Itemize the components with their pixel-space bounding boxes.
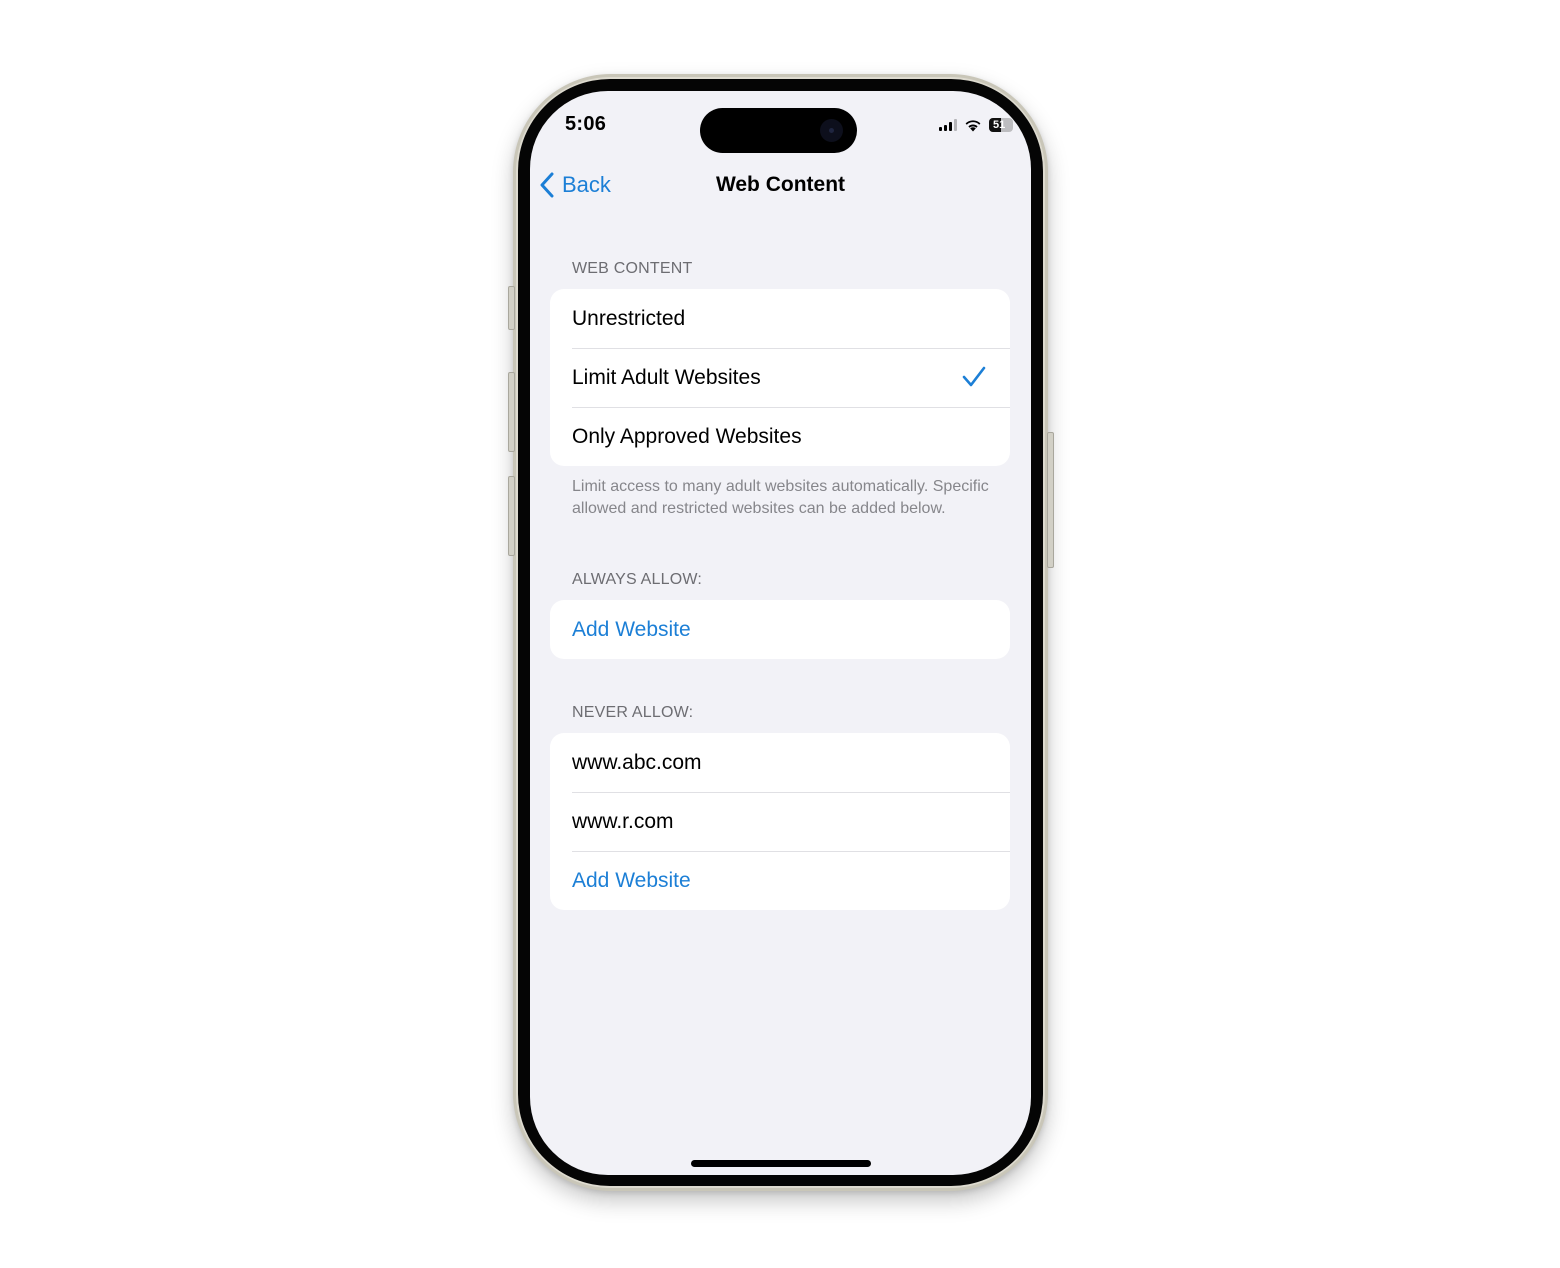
site-url: www.r.com [572,809,674,833]
volume-up-button [508,372,515,452]
action-button [508,286,515,330]
site-url: www.abc.com [572,750,702,774]
wifi-icon [965,120,981,132]
section-header-never-allow: NEVER ALLOW: [572,704,694,721]
cellular-signal-icon [939,119,957,131]
web-content-footer: Limit access to many adult websites auto… [572,478,989,517]
navigation-bar: Back Web Content [530,167,1031,207]
section-header-always-allow: ALWAYS ALLOW: [572,571,703,588]
list-item-site[interactable]: www.abc.com [550,733,1010,792]
battery-level: 51 [993,119,1006,131]
option-label: Only Approved Websites [572,424,802,448]
volume-down-button [508,476,515,556]
status-icons: 51 [939,117,1013,133]
option-label: Limit Adult Websites [572,365,761,389]
option-limit-adult-websites[interactable]: Limit Adult Websites [550,348,1010,407]
option-unrestricted[interactable]: Unrestricted [550,289,1010,348]
web-content-options: Unrestricted Limit Adult Websites Only A… [550,289,1010,466]
always-allow-add-website-button[interactable]: Add Website [550,600,1010,659]
never-allow-list: www.abc.com www.r.com Add Website [550,733,1010,910]
list-item-site[interactable]: www.r.com [550,792,1010,851]
add-website-label: Add Website [572,868,691,892]
battery-icon: 51 [989,118,1013,132]
section-header-web-content: WEB CONTENT [572,260,693,277]
dynamic-island [700,108,857,153]
always-allow-list: Add Website [550,600,1010,659]
status-time: 5:06 [565,113,607,135]
phone-screen: 5:06 51 Back Web Content WEB CONTENT Unr… [530,91,1031,1175]
page-title: Web Content [715,173,846,196]
option-only-approved-websites[interactable]: Only Approved Websites [550,407,1010,466]
never-allow-add-website-button[interactable]: Add Website [550,851,1010,910]
home-indicator[interactable] [691,1160,871,1167]
checkmark-icon [962,366,986,387]
add-website-label: Add Website [572,617,691,641]
front-camera-icon [820,119,843,142]
option-label: Unrestricted [572,306,686,330]
power-button [1047,432,1054,568]
